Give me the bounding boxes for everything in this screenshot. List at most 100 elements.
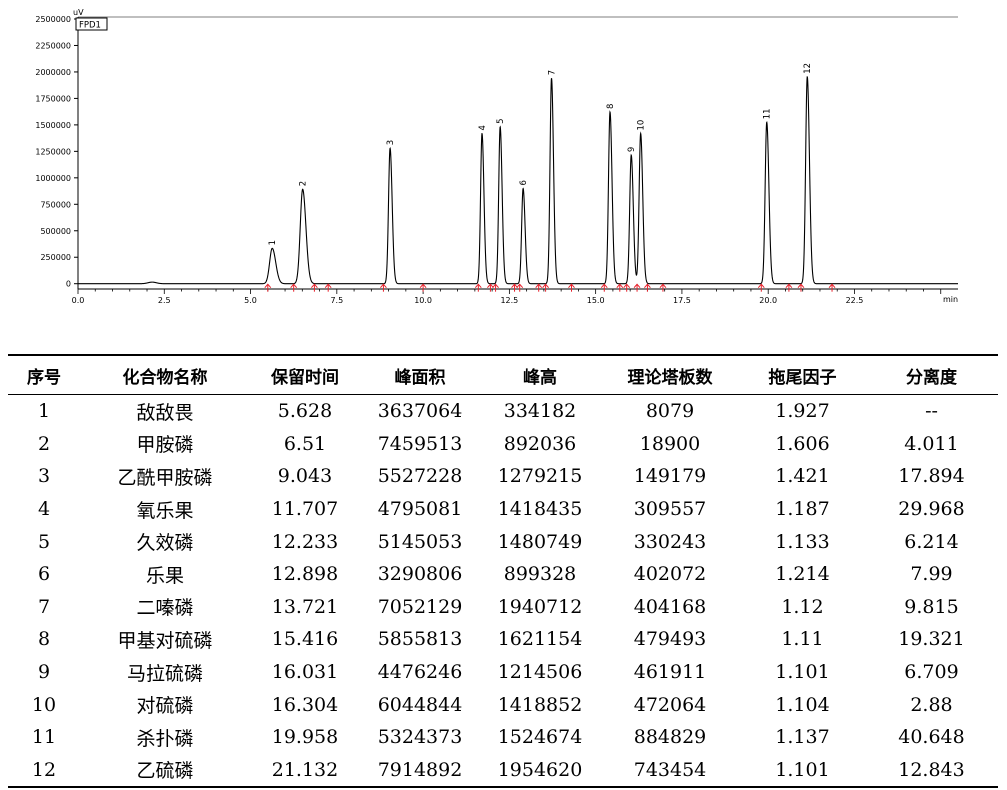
table-cell: 7052129: [377, 595, 463, 618]
y-tick-label: 500000: [40, 227, 71, 236]
table-cell: 乐果: [145, 564, 184, 587]
table-cell: 899328: [503, 563, 577, 586]
integration-marker: [516, 283, 524, 292]
y-tick-label: 2250000: [35, 41, 71, 50]
table-cell: 18900: [639, 432, 701, 455]
y-tick-label: 250000: [40, 253, 71, 262]
table-cell: 5145053: [377, 530, 463, 553]
table-cell: 1.187: [775, 498, 830, 521]
x-tick-label: 2.5: [158, 296, 171, 305]
table-cell: 404168: [633, 595, 707, 618]
integration-marker: [785, 283, 793, 292]
table-cell: 17.894: [898, 465, 965, 488]
table-cell: 1214506: [497, 661, 583, 684]
x-tick-label: 0.0: [72, 296, 85, 305]
chromatogram-trace: [78, 76, 958, 285]
table-cell: 461911: [633, 661, 707, 684]
peak-label: 8: [606, 104, 616, 109]
table-cell: 1.927: [775, 400, 830, 423]
x-tick-label: 20.0: [759, 296, 777, 305]
table-cell: 11: [31, 726, 57, 749]
integration-marker: [311, 283, 318, 292]
integration-marker: [511, 283, 518, 292]
peak-label: 7: [548, 70, 558, 75]
table-cell: 15.416: [271, 628, 339, 651]
peak-label: 2: [299, 181, 309, 186]
peak-label: 11: [763, 108, 773, 119]
header-resolution: 分离度: [906, 367, 957, 388]
header-peak-area: 峰面积: [394, 367, 446, 388]
table-cell: 1279215: [497, 465, 583, 488]
table-cell: 敌敌畏: [136, 401, 194, 424]
header-index: 序号: [27, 367, 61, 388]
header-theoretical-plates: 理论塔板数: [627, 367, 713, 388]
table-row: 10 对硫磷 16.304 6044844 1418852 472064 1.104 2.88: [8, 688, 998, 721]
results-table-wrapper: 序号 化合物名称 保留时间 峰面积 峰高 理论塔板数 拖尾因子 分离度 1 敌敌畏…: [8, 354, 998, 788]
y-tick-label: 1250000: [35, 147, 71, 156]
table-row: 11 杀扑磷 19.958 5324373 1524674 884829 1.137 40.6…: [8, 721, 998, 754]
table-cell: 乙硫磷: [136, 760, 194, 783]
integration-marker: [828, 283, 836, 292]
table-cell: 4795081: [377, 498, 463, 521]
table-cell: 1.101: [775, 661, 830, 684]
table-cell: 1: [37, 400, 51, 423]
table-row: 8 甲基对硫磷 15.416 5855813 1621154 479493 1.11 19.3…: [8, 623, 998, 656]
integration-marker: [535, 283, 543, 292]
table-cell: 6.709: [904, 661, 959, 684]
x-axis-unit: min: [943, 295, 958, 304]
table-row: 2 甲胺磷 6.51 7459513 892036 18900 1.606 4.011: [8, 428, 998, 461]
table-cell: 16.031: [271, 661, 339, 684]
table-cell: 29.968: [898, 498, 965, 521]
table-row: 6 乐果 12.898 3290806 899328 402072 1.214 7.99: [8, 558, 998, 591]
integration-marker: [324, 283, 332, 292]
table-cell: 4: [37, 498, 51, 521]
table-row: 12 乙硫磷 21.132 7914892 1954620 743454 1.101 12.8…: [8, 754, 998, 788]
table-cell: 2: [37, 432, 51, 455]
table-cell: 1940712: [497, 595, 583, 618]
table-cell: 3290806: [377, 563, 463, 586]
peak-label: 6: [519, 180, 529, 185]
table-cell: 6.51: [283, 432, 327, 455]
integration-marker: [644, 283, 651, 292]
integration-marker: [757, 283, 765, 292]
table-cell: 12.233: [271, 530, 339, 553]
table-cell: 1.11: [781, 628, 824, 651]
table-cell: 6044844: [377, 693, 463, 716]
table-cell: 330243: [633, 530, 707, 553]
peak-label: 5: [496, 118, 506, 123]
table-cell: 4476246: [377, 661, 463, 684]
table-cell: 杀扑磷: [136, 727, 194, 750]
chromatogram-chart: 0 250000 500000 750000 1000000 1250000 1500000…: [35, 8, 958, 305]
table-row: 5 久效磷 12.233 5145053 1480749 330243 1.133 6.214: [8, 525, 998, 558]
table-cell: 19.958: [271, 726, 339, 749]
table-cell: 1418435: [497, 498, 583, 521]
integration-marker: [492, 283, 499, 292]
table-cell: 1.101: [775, 758, 830, 781]
table-cell: 7914892: [377, 758, 463, 781]
y-tick-label: 1750000: [35, 94, 71, 103]
table-cell: 19.321: [898, 628, 965, 651]
x-tick-label: 22.5: [846, 296, 864, 305]
table-cell: 1480749: [497, 530, 583, 553]
header-peak-height: 峰高: [523, 367, 557, 388]
table-row: 1 敌敌畏 5.628 3637064 334182 8079 1.927 --: [8, 395, 998, 428]
x-tick-label: 15.0: [587, 296, 605, 305]
table-cell: 334182: [503, 400, 577, 423]
peak-label: 12: [803, 63, 813, 74]
y-axis-unit: uV: [73, 8, 84, 17]
integration-marker: [290, 283, 298, 292]
header-retention-time: 保留时间: [271, 367, 339, 388]
table-cell: 3637064: [377, 400, 463, 423]
table-cell: 1.104: [775, 693, 830, 716]
table-cell: 8079: [645, 400, 695, 423]
y-tick-label: 0: [66, 280, 71, 289]
table-row: 7 二嗪磷 13.721 7052129 1940712 404168 1.12 9.815: [8, 591, 998, 624]
table-cell: 1.421: [775, 465, 830, 488]
table-cell: 21.132: [271, 758, 339, 781]
table-cell: 1418852: [497, 693, 583, 716]
table-cell: 甲基对硫磷: [117, 629, 213, 652]
table-cell: 479493: [633, 628, 707, 651]
table-cell: 149179: [633, 465, 707, 488]
x-tick-label: 5.0: [244, 296, 257, 305]
table-cell: 7.99: [910, 563, 953, 586]
